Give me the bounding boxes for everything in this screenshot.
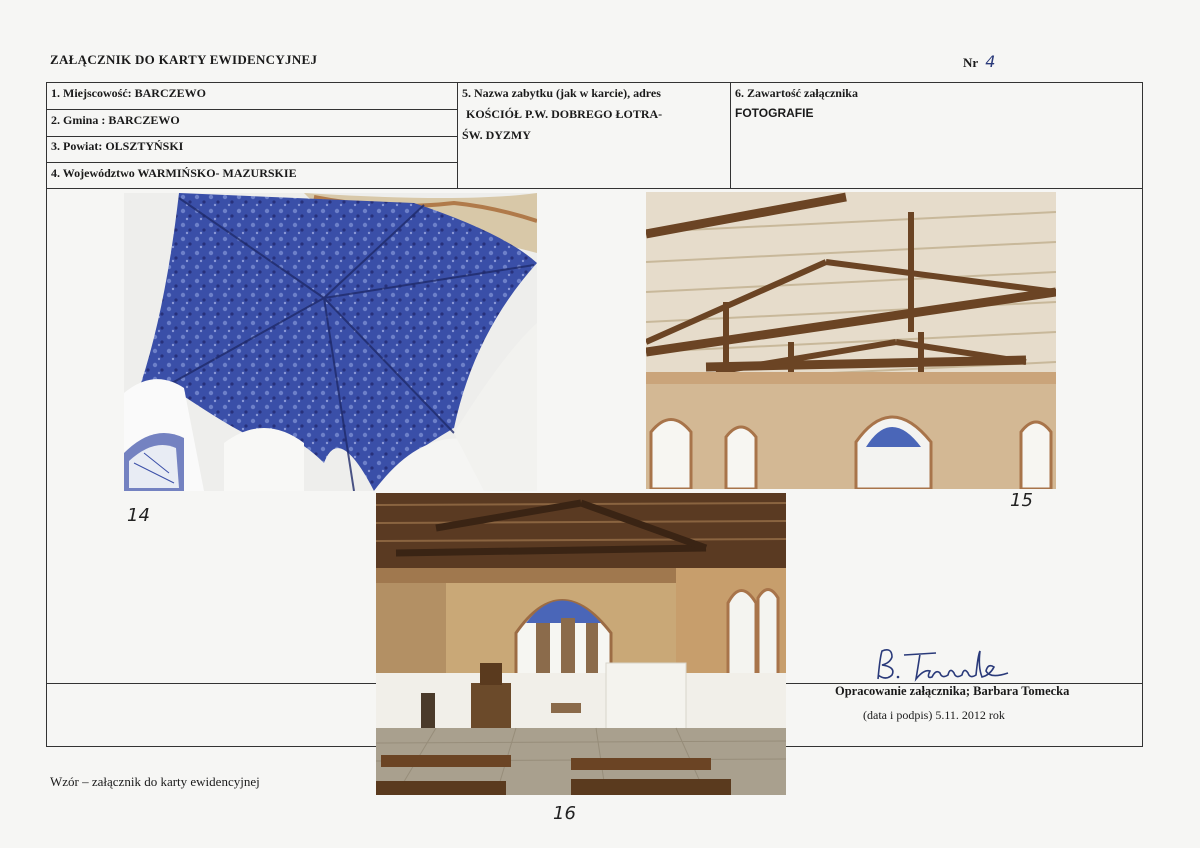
- nr-label: Nr: [963, 55, 978, 70]
- photo-15-roof-trusses: [646, 192, 1056, 489]
- document-title: ZAŁĄCZNIK DO KARTY EWIDENCYJNEJ: [50, 52, 318, 67]
- document-number: Nr 4: [963, 52, 995, 71]
- prepared-by: Opracowanie załącznika; Barbara Tomecka: [835, 684, 1070, 698]
- row-divider-2: [46, 136, 457, 137]
- field-nazwa-line1: KOŚCIÓŁ P.W. DOBREGO ŁOTRA-: [466, 107, 663, 121]
- photo-15-number: 15: [1010, 490, 1033, 511]
- field-miejscowosc: 1. Miejscowość: BARCZEWO: [51, 86, 206, 100]
- row-divider-1: [46, 109, 457, 110]
- table-bottom-border-left: [46, 746, 376, 747]
- field-zawartosc-label: 6. Zawartość załącznika: [735, 86, 858, 100]
- photo-16-interior: [376, 493, 786, 795]
- date-and-signature: (data i podpis) 5.11. 2012 rok: [863, 708, 1005, 722]
- col-divider-2: [730, 82, 731, 189]
- handwritten-signature: [877, 649, 1009, 682]
- bottom-row-top-left: [46, 683, 376, 684]
- table-bottom-border-right: [786, 746, 1143, 747]
- header-bottom-border: [46, 188, 1143, 189]
- col-divider-1: [457, 82, 458, 189]
- table-top-border: [46, 82, 1143, 83]
- field-zawartosc-value: FOTOGRAFIE: [735, 106, 814, 120]
- footer-note: Wzór – załącznik do karty ewidencyjnej: [50, 774, 260, 789]
- table-right-border: [1142, 82, 1143, 746]
- field-wojewodztwo: 4. Województwo WARMIŃSKO- MAZURSKIE: [51, 166, 297, 180]
- field-powiat: 3. Powiat: OLSZTYŃSKI: [51, 139, 184, 153]
- nr-value-handwritten: 4: [985, 52, 996, 71]
- field-nazwa-label: 5. Nazwa zabytku (jak w karcie), adres: [462, 86, 661, 100]
- field-nazwa-line2: ŚW. DYZMY: [462, 128, 531, 142]
- row-divider-3: [46, 162, 457, 163]
- photo-14-vault: [124, 193, 537, 491]
- photo-14-number: 14: [127, 505, 150, 526]
- photo-16-number: 16: [553, 803, 576, 824]
- table-left-border: [46, 82, 47, 746]
- document-page: ZAŁĄCZNIK DO KARTY EWIDENCYJNEJ Nr 4 1. …: [0, 0, 1200, 848]
- field-gmina: 2. Gmina : BARCZEWO: [51, 113, 180, 127]
